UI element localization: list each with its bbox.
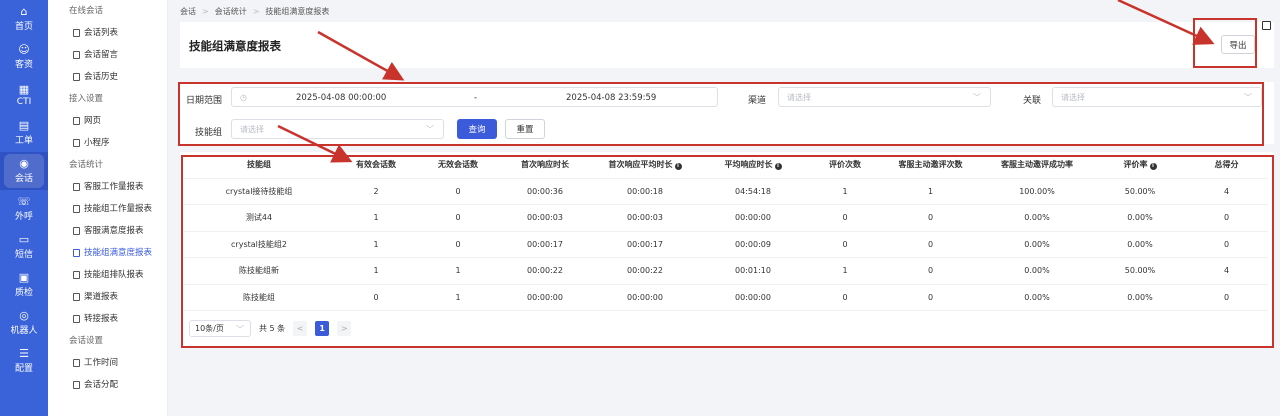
rail-item-label: 配置: [14, 364, 33, 374]
rail-item[interactable]: ⌂ 首页: [0, 0, 48, 38]
subnav-item[interactable]: 会话分配: [48, 374, 167, 396]
subnav-item-label: 客服工作量报表: [84, 182, 144, 192]
window-icon[interactable]: [1262, 21, 1271, 30]
subnav-item-label: 会话历史: [84, 72, 119, 82]
subnav-item[interactable]: 会话留言: [48, 44, 167, 66]
subnav-item[interactable]: 客服工作量报表: [48, 176, 167, 198]
subnav-item-label: 会话列表: [84, 28, 119, 38]
subnav-group-title: 会话统计: [69, 160, 104, 170]
subnav-item-label: 网页: [84, 116, 102, 126]
subnav-item-label: 客服满意度报表: [84, 226, 144, 236]
table-highlight-box: [181, 155, 1274, 348]
subnav-item[interactable]: 小程序: [48, 132, 167, 154]
document-icon: [73, 73, 80, 81]
subnav-item[interactable]: 技能组排队报表: [48, 264, 167, 286]
secondary-nav: 在线会话会话列表会话留言会话历史接入设置网页小程序会话统计客服工作量报表 技能组工…: [48, 0, 168, 416]
rail-item[interactable]: ◉ 会话: [0, 152, 48, 190]
breadcrumb: 会话 > 会话统计 > 技能组满意度报表: [180, 6, 329, 17]
breadcrumb-separator: >: [202, 7, 209, 16]
rail-item-label: 机器人: [10, 326, 38, 336]
rail-item-label: CTI: [16, 96, 32, 107]
rail-item-label: 质检: [14, 288, 33, 298]
subnav-item-label: 会话留言: [84, 50, 119, 60]
subnav-item[interactable]: 技能组满意度报表: [48, 242, 167, 264]
subnav-item-label: 转接报表: [84, 314, 119, 324]
export-highlight-box: [1193, 18, 1257, 68]
subnav-item-label: 技能组排队报表: [84, 270, 144, 280]
subnav-item[interactable]: 会话列表: [48, 22, 167, 44]
subnav-group-title: 在线会话: [69, 6, 104, 16]
rail-item[interactable]: ▦ CTI: [0, 76, 48, 114]
subnav-item-label: 工作时间: [84, 358, 119, 368]
rail-item-label: 工单: [14, 136, 33, 146]
breadcrumb-item[interactable]: 会话统计: [215, 6, 247, 17]
document-icon: [73, 117, 80, 125]
main-rail: ⌂ 首页 ☺ 客资 ▦ CTI ▤ 工单 ◉ 会话 ☏ 外呼 ▭ 短信 ▣ 质检 ◎ 机器人 ☰ 配置: [0, 0, 48, 416]
rail-item[interactable]: ☺ 客资: [0, 38, 48, 76]
sms-icon: ▭: [18, 233, 30, 246]
subnav-item[interactable]: 网页: [48, 110, 167, 132]
cti-icon: ▦: [18, 82, 30, 96]
rail-item[interactable]: ☏ 外呼: [0, 190, 48, 228]
document-icon: [73, 359, 80, 367]
document-icon: [73, 227, 80, 235]
ticket-icon: ▤: [18, 119, 30, 132]
rail-item-label: 外呼: [14, 212, 33, 222]
rail-item-label: 首页: [14, 22, 33, 32]
title-bar: 技能组满意度报表 导出: [180, 22, 1274, 68]
subnav-item-label: 技能组工作量报表: [84, 204, 153, 214]
document-icon: [73, 51, 80, 59]
robot-icon: ◎: [19, 309, 29, 322]
home-icon: ⌂: [20, 5, 28, 18]
rail-item-label: 客资: [14, 60, 33, 70]
breadcrumb-separator: >: [252, 7, 260, 16]
rail-item[interactable]: ◎ 机器人: [0, 304, 48, 342]
document-icon: [73, 315, 80, 323]
document-icon: [73, 249, 80, 257]
subnav-item-label: 渠道报表: [84, 292, 119, 302]
rail-item[interactable]: ▤ 工单: [0, 114, 48, 152]
subnav-item[interactable]: 渠道报表: [48, 286, 167, 308]
document-icon: [73, 183, 80, 191]
subnav-item-label: 小程序: [84, 138, 110, 148]
settings-icon: ☰: [19, 347, 29, 360]
filter-highlight-box: [178, 82, 1264, 146]
subnav-item[interactable]: 技能组工作量报表: [48, 198, 167, 220]
breadcrumb-item: 技能组满意度报表: [265, 7, 330, 16]
document-icon: [73, 271, 80, 279]
rail-item-label: 短信: [14, 250, 33, 260]
document-icon: [73, 139, 80, 147]
subnav-item[interactable]: 客服满意度报表: [48, 220, 167, 242]
customer-icon: ☺: [18, 43, 30, 56]
document-icon: [73, 205, 80, 213]
document-icon: [73, 29, 80, 37]
subnav-item-label: 会话分配: [84, 380, 119, 390]
subnav-item[interactable]: 转接报表: [48, 308, 167, 330]
document-icon: [73, 293, 80, 301]
page-title: 技能组满意度报表: [189, 39, 281, 53]
subnav-item[interactable]: 工作时间: [48, 352, 167, 374]
rail-item[interactable]: ☰ 配置: [0, 342, 48, 380]
document-icon: [73, 381, 80, 389]
subnav-group-title: 会话设置: [69, 336, 104, 346]
rail-item[interactable]: ▣ 质检: [0, 266, 48, 304]
subnav-item[interactable]: 会话历史: [48, 66, 167, 88]
chat-icon: ◉: [19, 157, 29, 170]
subnav-item-label: 技能组满意度报表: [84, 248, 153, 258]
rail-item[interactable]: ▭ 短信: [0, 228, 48, 266]
subnav-group-title: 接入设置: [69, 94, 104, 104]
phone-icon: ☏: [17, 195, 31, 208]
breadcrumb-item[interactable]: 会话: [180, 6, 196, 17]
quality-icon: ▣: [18, 271, 30, 284]
rail-item-label: 会话: [14, 174, 33, 184]
